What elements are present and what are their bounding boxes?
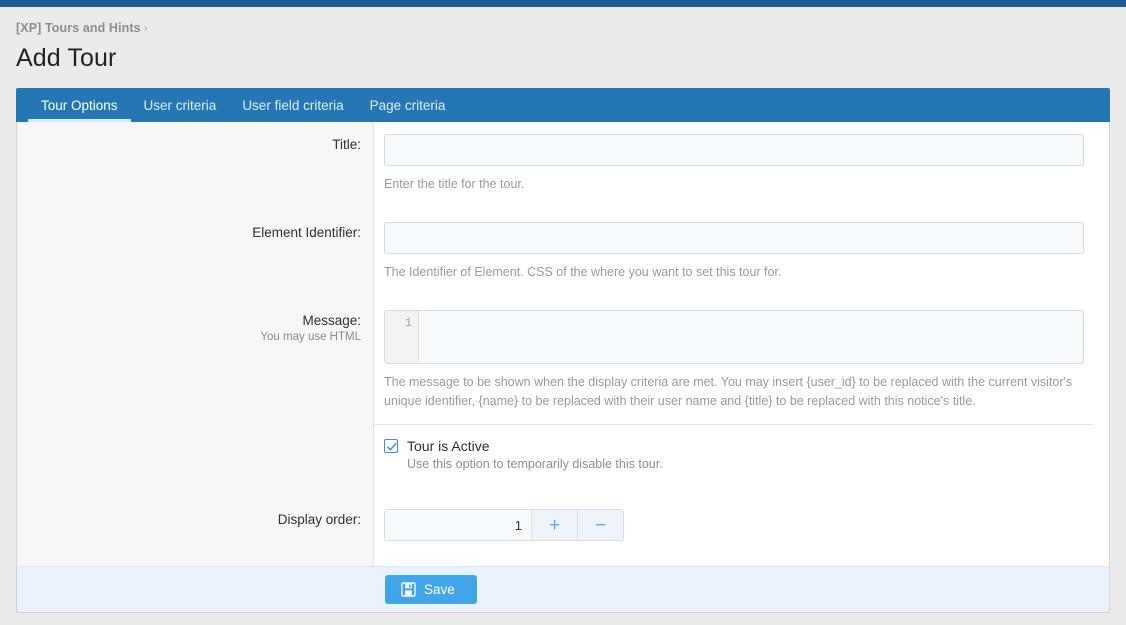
message-code-editor[interactable]: 1 bbox=[384, 310, 1084, 364]
display-order-input[interactable] bbox=[385, 510, 531, 540]
form-row-active-checkbox: Tour is Active Use this option to tempor… bbox=[17, 438, 1109, 471]
tab-user-field-criteria-label: User field criteria bbox=[242, 98, 343, 113]
title-field-cell: Enter the title for the tour. bbox=[373, 122, 1109, 194]
tour-active-checkbox[interactable] bbox=[384, 439, 398, 453]
display-order-label: Display order: bbox=[17, 495, 373, 541]
tab-page-criteria[interactable]: Page criteria bbox=[357, 88, 459, 122]
tour-active-sub-label: Use this option to temporarily disable t… bbox=[407, 457, 1109, 471]
display-order-field-cell: + − bbox=[373, 495, 1109, 541]
tab-bar: Tour Options User criteria User field cr… bbox=[16, 88, 1110, 122]
title-input[interactable] bbox=[384, 134, 1084, 166]
form-row-message: Message: You may use HTML 1 The message … bbox=[17, 298, 1109, 411]
element-identifier-label: Element Identifier: bbox=[17, 210, 373, 282]
display-order-increment-button[interactable]: + bbox=[531, 510, 577, 540]
display-order-stepper: + − bbox=[384, 509, 624, 541]
active-checkbox-line: Tour is Active bbox=[384, 438, 1109, 454]
row-spacer-1 bbox=[17, 194, 1109, 210]
save-button-label: Save bbox=[424, 582, 455, 597]
message-hint: The message to be shown when the display… bbox=[384, 373, 1084, 411]
top-accent-bar bbox=[0, 0, 1126, 7]
checkbox-label-spacer bbox=[17, 438, 373, 471]
page-wrapper: [XP] Tours and Hints› Add Tour Tour Opti… bbox=[0, 7, 1126, 613]
element-identifier-field-cell: The Identifier of Element. CSS of the wh… bbox=[373, 210, 1109, 282]
message-label-text: Message: bbox=[302, 313, 361, 328]
page-title: Add Tour bbox=[16, 42, 1110, 74]
form-row-display-order: Display order: + − bbox=[17, 495, 1109, 541]
breadcrumb: [XP] Tours and Hints› bbox=[16, 7, 1110, 36]
tab-tour-options-label: Tour Options bbox=[41, 98, 118, 113]
editor-line-number-gutter: 1 bbox=[385, 311, 419, 363]
title-hint: Enter the title for the tour. bbox=[384, 175, 1084, 194]
form-row-title: Title: Enter the title for the tour. bbox=[17, 122, 1109, 194]
form-row-element-identifier: Element Identifier: The Identifier of El… bbox=[17, 210, 1109, 282]
element-identifier-hint: The Identifier of Element. CSS of the wh… bbox=[384, 263, 1084, 282]
row-spacer-2 bbox=[17, 282, 1109, 298]
message-label: Message: You may use HTML bbox=[17, 298, 373, 411]
tab-page-criteria-label: Page criteria bbox=[370, 98, 446, 113]
form-panel: Title: Enter the title for the tour. Ele… bbox=[16, 122, 1110, 613]
message-sub-label: You may use HTML bbox=[27, 331, 361, 343]
checkbox-field-cell: Tour is Active Use this option to tempor… bbox=[373, 438, 1109, 471]
display-order-decrement-button[interactable]: − bbox=[577, 510, 623, 540]
checkmark-icon bbox=[386, 441, 398, 453]
element-identifier-input[interactable] bbox=[384, 222, 1084, 254]
message-editor-input[interactable] bbox=[419, 311, 1083, 363]
form-body: Title: Enter the title for the tour. Ele… bbox=[17, 122, 1109, 566]
breadcrumb-link-tours-and-hints[interactable]: [XP] Tours and Hints bbox=[16, 21, 141, 35]
row-spacer-3 bbox=[17, 471, 1109, 495]
save-button[interactable]: Save bbox=[385, 575, 477, 604]
tab-user-criteria[interactable]: User criteria bbox=[131, 88, 230, 122]
tour-active-label: Tour is Active bbox=[407, 438, 489, 454]
tab-user-field-criteria[interactable]: User field criteria bbox=[229, 88, 356, 122]
form-footer: Save bbox=[17, 566, 1109, 612]
floppy-disk-icon bbox=[401, 582, 416, 597]
section-divider-line bbox=[374, 424, 1093, 425]
breadcrumb-chevron-icon: › bbox=[144, 21, 148, 35]
tab-user-criteria-label: User criteria bbox=[144, 98, 217, 113]
message-field-cell: 1 The message to be shown when the displ… bbox=[373, 298, 1109, 411]
section-divider bbox=[17, 424, 1109, 425]
tab-tour-options[interactable]: Tour Options bbox=[28, 88, 131, 122]
title-label: Title: bbox=[17, 122, 373, 194]
